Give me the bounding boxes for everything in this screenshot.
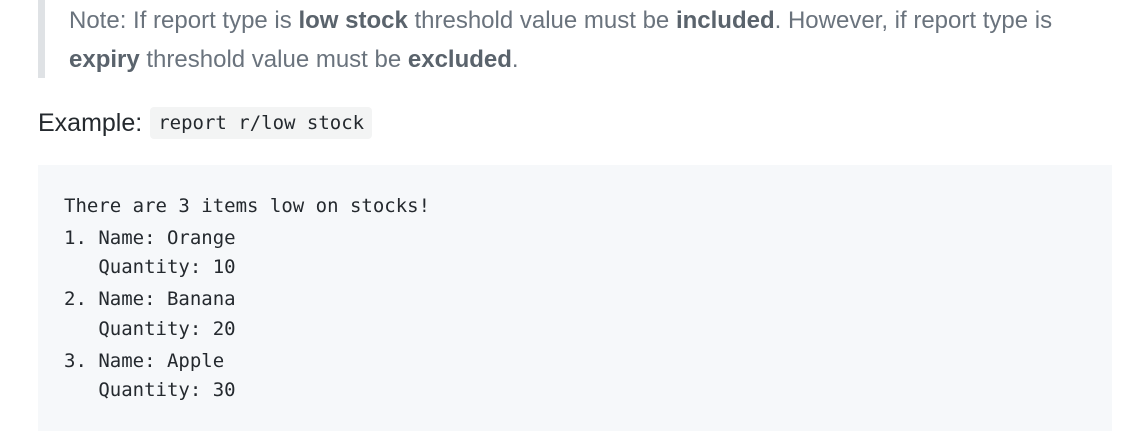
note-bold-low-stock: low stock xyxy=(298,7,408,34)
note-bold-included: included xyxy=(675,7,775,34)
example-command-code: report r/low stock xyxy=(150,107,373,139)
note-bold-excluded: excluded xyxy=(407,46,512,73)
output-code-block: There are 3 items low on stocks! 1. Name… xyxy=(38,165,1112,431)
note-bold-expiry: expiry xyxy=(69,46,140,73)
note-text: threshold value must be xyxy=(407,7,676,34)
note-line-1: Note: If report type is low stock thresh… xyxy=(69,6,1052,36)
example-row: Example: report r/low stock xyxy=(38,106,373,140)
note-text: Note: If report type is xyxy=(69,7,299,34)
output-item-name-line: 1. Name: Orange xyxy=(64,227,236,249)
output-item-quantity-line: Quantity: 10 xyxy=(64,256,236,278)
note-text: . xyxy=(511,46,519,73)
output-item-name-line: 2. Name: Banana xyxy=(64,288,236,310)
note-line-2: expiry threshold value must be excluded. xyxy=(69,45,519,75)
output-item-quantity-line: Quantity: 20 xyxy=(64,318,236,340)
output-header-line: There are 3 items low on stocks! xyxy=(64,195,431,217)
example-label: Example: xyxy=(38,108,143,137)
note-text: threshold value must be xyxy=(139,46,408,73)
note-blockquote: Note: If report type is low stock thresh… xyxy=(38,0,1098,78)
output-item-name-line: 3. Name: Apple xyxy=(64,350,225,372)
output-item-quantity-line: Quantity: 30 xyxy=(64,379,236,401)
note-text: . However, if report type is xyxy=(774,7,1053,34)
